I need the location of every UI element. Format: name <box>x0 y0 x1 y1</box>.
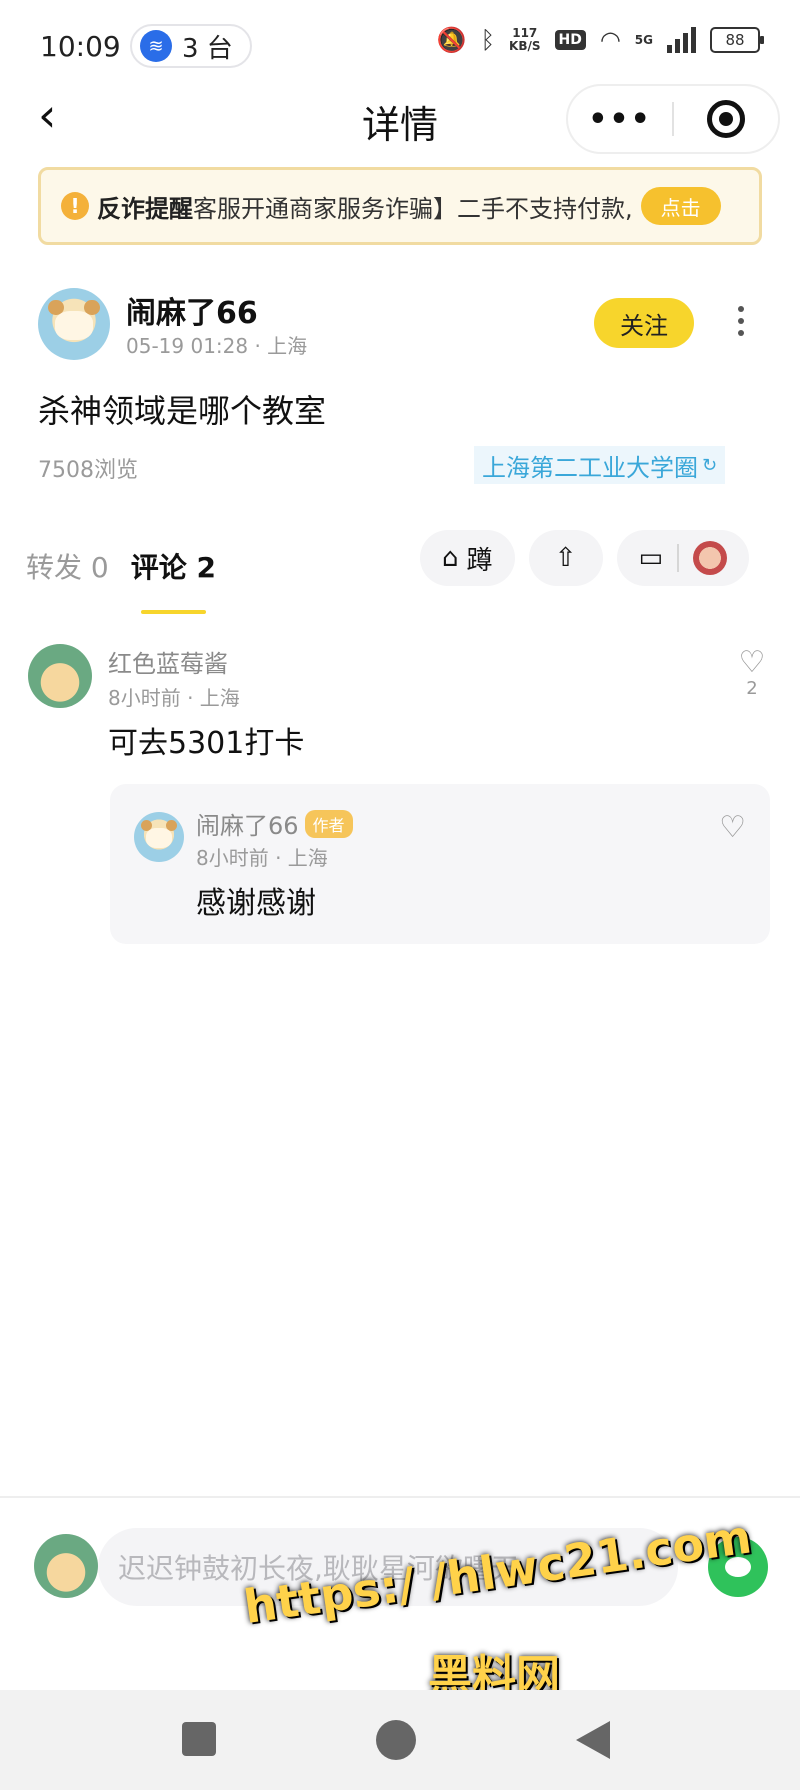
reply-author[interactable]: 闹麻了66 作者 <box>196 806 353 841</box>
network-type: 5G <box>634 32 653 47</box>
recents-icon[interactable] <box>182 1722 216 1756</box>
share-button[interactable]: ⇧ <box>528 530 603 586</box>
hotspot-icon: ≋ <box>140 30 172 62</box>
tab-comments[interactable]: 评论 2 <box>131 546 216 614</box>
share-up-icon: ⇧ <box>554 543 577 573</box>
comment-button[interactable]: ▭ <box>616 530 750 586</box>
squat-icon: ⌂ <box>442 543 459 573</box>
system-nav-bar <box>0 1690 800 1790</box>
comment-icon: ▭ <box>638 543 664 573</box>
squat-button[interactable]: ⌂ 蹲 <box>420 530 515 586</box>
battery-icon: 88 <box>710 27 764 53</box>
fraud-warning-banner[interactable]: ! 反诈提醒 客服开通商家服务诈骗】二手不支持付款, 点击 <box>38 167 762 245</box>
post-meta: 05-19 01:28 · 上海 <box>126 334 308 358</box>
close-miniprogram-icon[interactable] <box>674 100 778 138</box>
wifi-icon: ◠ <box>599 26 621 54</box>
warning-title: 反诈提醒 <box>97 194 193 223</box>
status-bar: 10:09 ≋ 3 台 🔕 ᛒ 117 KB/S HD ◠ 5G 88 <box>0 0 800 92</box>
reply-heart-icon[interactable]: ♡ <box>719 810 746 845</box>
like-count: 2 <box>746 678 758 699</box>
circle-tag[interactable]: 上海第二工业大学圈 ↻ <box>474 446 726 484</box>
back-icon[interactable] <box>576 1721 610 1759</box>
reply-meta: 8小时前 · 上海 <box>196 846 328 870</box>
post-more-icon[interactable] <box>736 306 746 336</box>
post-title: 杀神领域是哪个教室 <box>38 392 327 430</box>
author-name[interactable]: 闹麻了66 <box>126 288 258 332</box>
status-icons: 🔕 ᛒ 117 KB/S HD ◠ 5G 88 <box>436 26 764 54</box>
comment-text[interactable]: 可去5301打卡 <box>108 718 304 762</box>
comment-like[interactable]: ♡ 2 <box>732 645 772 700</box>
home-icon[interactable] <box>376 1720 416 1760</box>
reply-item: 闹麻了66 作者 8小时前 · 上海 感谢感谢 ♡ <box>110 784 770 944</box>
heart-icon: ♡ <box>738 645 766 680</box>
reply-author-name: 闹麻了66 <box>196 812 299 840</box>
comment-meta: 8小时前 · 上海 <box>108 686 240 710</box>
warning-message: 客服开通商家服务诈骗】二手不支持付款, <box>193 194 633 223</box>
circle-name: 上海第二工业大学圈 <box>482 453 698 482</box>
status-time: 10:09 <box>40 30 121 63</box>
post-header: 闹麻了66 05-19 01:28 · 上海 关注 <box>38 284 762 364</box>
my-avatar <box>34 1534 98 1598</box>
reply-avatar[interactable] <box>134 812 184 862</box>
hd-badge: HD <box>554 30 586 50</box>
network-speed: 117 KB/S <box>509 27 540 53</box>
pill-divider <box>677 544 680 572</box>
view-count: 7508浏览 <box>38 458 138 483</box>
network-speed-value: 117 <box>512 26 538 40</box>
composer-divider <box>0 1496 800 1498</box>
mute-bell-icon: 🔕 <box>436 26 467 54</box>
refresh-icon: ↻ <box>702 454 718 476</box>
profile-avatar-icon[interactable] <box>693 541 728 575</box>
network-speed-unit: KB/S <box>509 39 541 53</box>
more-menu-icon[interactable]: ••• <box>568 102 672 137</box>
hotspot-indicator[interactable]: ≋ 3 台 <box>130 24 252 68</box>
warning-icon: ! <box>61 192 89 220</box>
author-avatar[interactable] <box>38 288 110 360</box>
follow-button[interactable]: 关注 <box>594 298 694 348</box>
hotspot-count: 3 台 <box>182 33 233 64</box>
action-bar: ⌂ 蹲 ⇧ ▭ <box>420 530 750 586</box>
reply-text[interactable]: 感谢感谢 <box>196 878 316 922</box>
mini-program-capsule: ••• <box>566 84 780 154</box>
warning-action-button[interactable]: 点击 <box>640 187 721 225</box>
signal-icon <box>667 27 696 53</box>
author-badge: 作者 <box>304 809 353 838</box>
squat-label: 蹲 <box>466 545 493 576</box>
comment-tabs: 转发 0 评论 2 <box>26 546 216 614</box>
bluetooth-icon: ᛒ <box>480 26 496 54</box>
commenter-avatar[interactable] <box>28 644 92 708</box>
tab-reposts[interactable]: 转发 0 <box>26 546 109 586</box>
commenter-name[interactable]: 红色蓝莓酱 <box>108 644 228 679</box>
